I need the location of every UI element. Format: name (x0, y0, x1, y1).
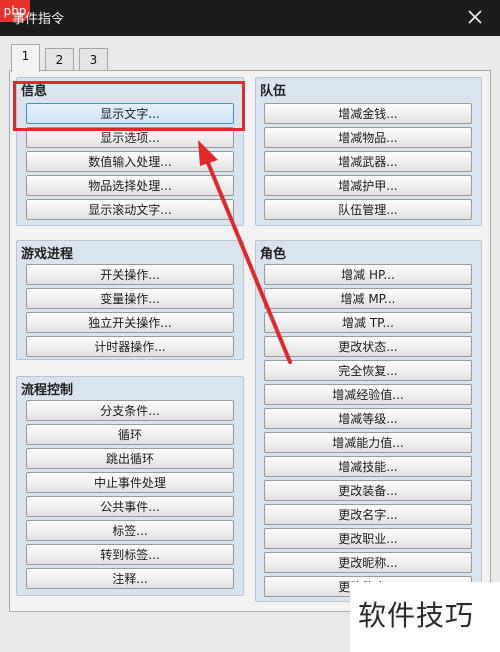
watermark: 软件技巧 (350, 582, 500, 652)
watermark-text: 软件技巧 (358, 599, 475, 632)
red-arrow-icon (198, 140, 292, 364)
